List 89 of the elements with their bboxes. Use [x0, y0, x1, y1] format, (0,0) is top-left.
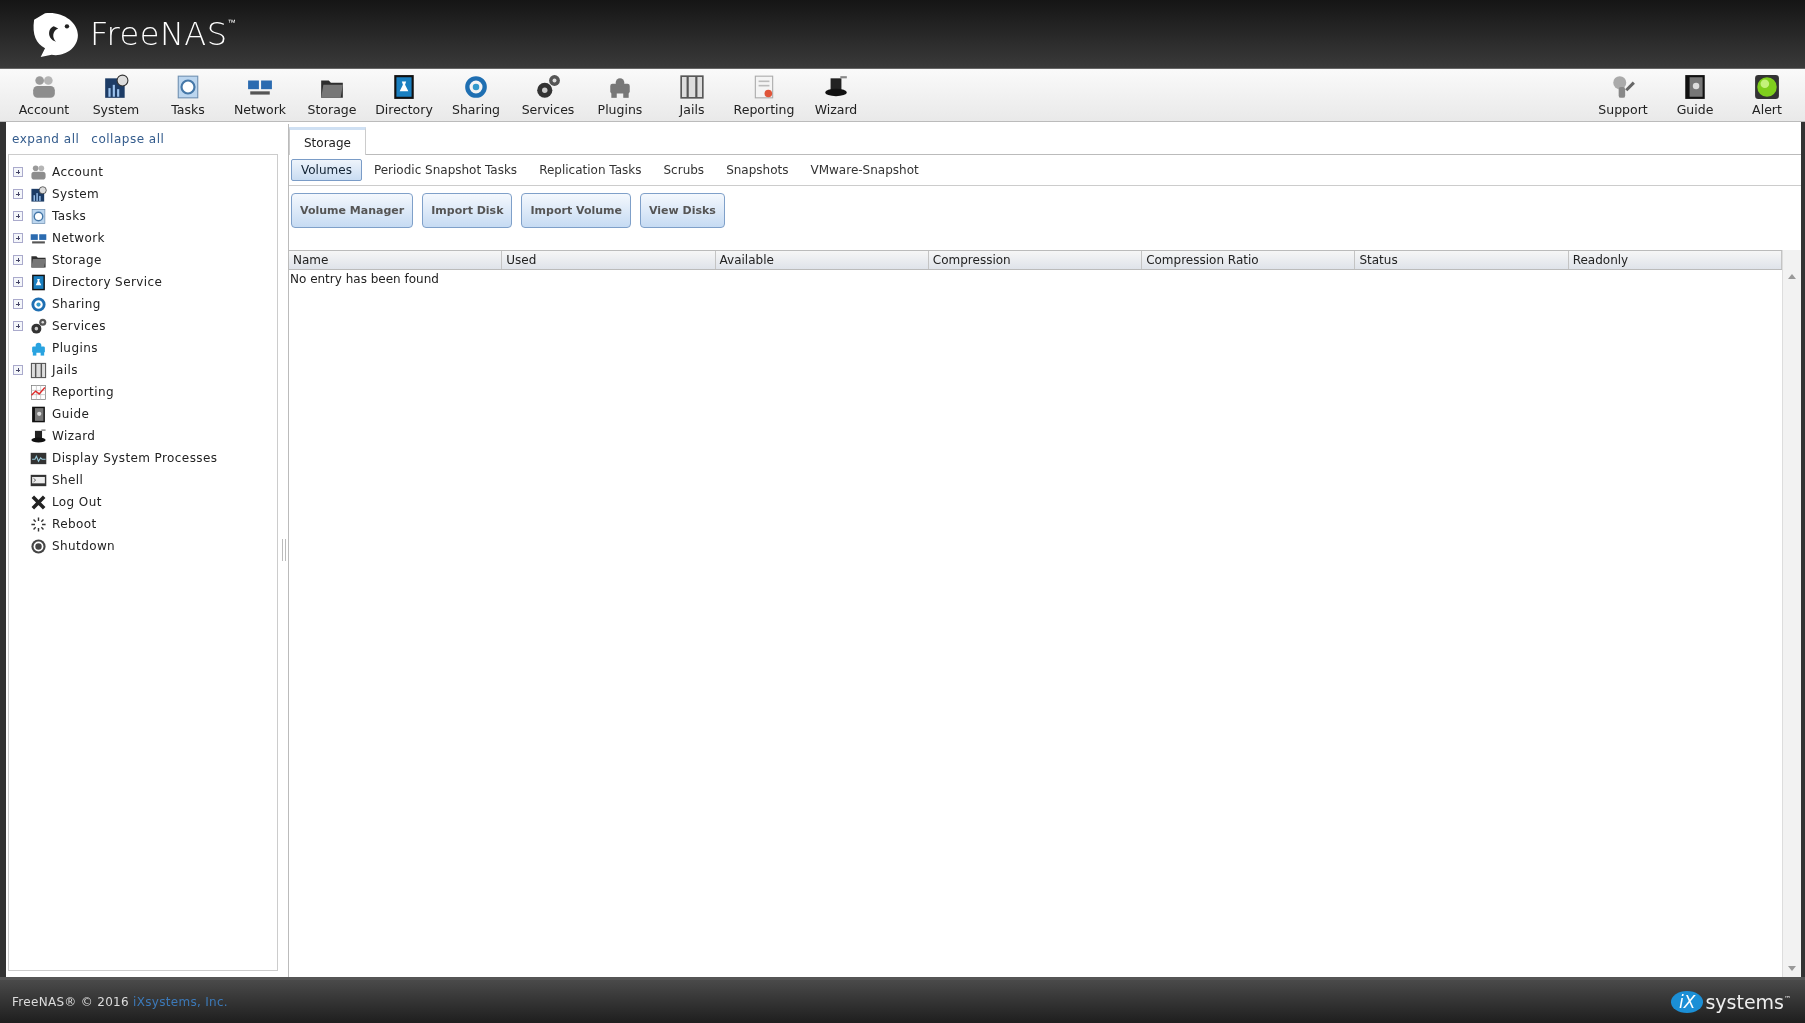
book-icon [1682, 73, 1708, 100]
sub-tab[interactable]: Volumes [291, 159, 362, 181]
gears-icon [535, 73, 561, 100]
logo-text: FreeNAS$^{™}$ [90, 15, 237, 53]
expand-toggle-icon[interactable] [13, 321, 23, 331]
toolbar-button[interactable]: Reporting [728, 69, 800, 121]
toolbar-button[interactable]: Tasks [152, 69, 224, 121]
expand-toggle-icon[interactable] [13, 255, 23, 265]
bars-icon [679, 73, 705, 100]
toolbar-button[interactable]: Wizard [800, 69, 872, 121]
copyright-text: FreeNAS® © 2016 iXsystems, Inc. [12, 994, 228, 1009]
column-header[interactable]: Status [1355, 251, 1569, 269]
tree-toggle-link[interactable]: expand all [12, 132, 80, 146]
sub-tab[interactable]: Replication Tasks [529, 159, 652, 181]
column-header[interactable]: Name [289, 251, 503, 269]
tab[interactable]: Storage [289, 127, 366, 155]
scrollbar[interactable] [1782, 250, 1801, 977]
sub-tab[interactable]: Scrubs [653, 159, 715, 181]
power-icon [30, 537, 47, 555]
tree-item[interactable]: Storage [52, 253, 102, 267]
expand-toggle-icon[interactable] [13, 167, 23, 177]
toolbar-button[interactable]: Storage [296, 69, 368, 121]
column-header[interactable]: Available [715, 251, 929, 269]
action-button[interactable]: Import Disk [422, 193, 513, 228]
toolbar-button[interactable]: Services [512, 69, 584, 121]
expand-toggle-icon[interactable] [13, 189, 23, 199]
tree-item[interactable]: Plugins [52, 341, 98, 355]
tree-item[interactable]: Shell [52, 473, 84, 487]
tree-toggle-link[interactable]: collapse all [91, 132, 165, 146]
sub-tab[interactable]: Snapshots [716, 159, 799, 181]
tree-item[interactable]: Guide [52, 407, 90, 421]
brand-logo-badge: iX [1671, 990, 1704, 1013]
toolbar-button[interactable]: Support [1587, 69, 1659, 121]
action-button[interactable]: Volume Manager [291, 193, 414, 228]
tree-item[interactable]: Log Out [52, 495, 102, 509]
book-icon [391, 73, 417, 100]
people-icon [31, 73, 57, 100]
action-button[interactable]: Import Volume [521, 193, 631, 228]
scroll-down-icon[interactable] [1788, 966, 1796, 971]
expand-toggle-icon[interactable] [13, 277, 23, 287]
empty-message: No entry has been found [289, 271, 440, 288]
expand-toggle-icon[interactable] [13, 233, 23, 243]
column-header[interactable]: Readonly [1568, 251, 1782, 269]
expand-toggle-icon[interactable] [13, 299, 23, 309]
spinner-icon [30, 515, 47, 533]
toolbar-button[interactable]: Directory [368, 69, 440, 121]
people-icon [30, 163, 47, 181]
column-header[interactable]: Compression Ratio [1142, 251, 1356, 269]
tree-item[interactable]: Network [52, 231, 105, 245]
sub-tab[interactable]: Periodic Snapshot Tasks [363, 159, 528, 181]
toolbar-button[interactable]: Account [8, 69, 80, 121]
toolbar-button[interactable]: Sharing [440, 69, 512, 121]
column-header[interactable]: Used [502, 251, 716, 269]
toolbar-button[interactable]: Jails [656, 69, 728, 121]
tree-item[interactable]: Reboot [52, 517, 97, 531]
expand-toggle-icon[interactable] [13, 365, 23, 375]
toolbar-button[interactable]: Guide [1659, 69, 1731, 121]
sub-tab[interactable]: VMware-Snapshot [800, 159, 929, 181]
top-hat-icon [30, 427, 47, 445]
bars-icon [30, 361, 47, 379]
toolbar-button[interactable]: Alert [1731, 69, 1803, 121]
tree-item[interactable]: Shutdown [52, 539, 116, 553]
tree-item[interactable]: Reporting [52, 385, 114, 399]
splitter-handle[interactable] [282, 538, 286, 561]
tree-item[interactable]: Services [52, 319, 106, 333]
tree-item[interactable]: Tasks [52, 209, 87, 223]
tree-item[interactable]: Sharing [52, 297, 101, 311]
expand-toggle-icon[interactable] [13, 211, 23, 221]
gears-icon [30, 317, 47, 335]
toolbar-button[interactable]: Plugins [584, 69, 656, 121]
toolbar-button[interactable]: Network [224, 69, 296, 121]
tree-item[interactable]: System [52, 187, 100, 201]
tree-item[interactable]: Directory Service [52, 275, 163, 289]
column-header[interactable]: Compression [928, 251, 1143, 269]
cross-icon [30, 493, 47, 511]
book-icon [30, 405, 47, 423]
tree-item[interactable]: Account [52, 165, 104, 179]
scroll-up-icon[interactable] [1788, 274, 1796, 279]
brand-logo-text: systems$^{™}$ [1705, 990, 1791, 1013]
line-chart-icon [30, 383, 47, 401]
book-icon [30, 273, 47, 291]
status-light-icon [1754, 73, 1780, 100]
chart-icon [103, 73, 129, 100]
toolbar-button[interactable]: System [80, 69, 152, 121]
tree-item[interactable]: Jails [52, 363, 78, 377]
chart-icon [30, 185, 47, 203]
action-button[interactable]: View Disks [640, 193, 725, 228]
tree-item[interactable]: Display System Processes [52, 451, 218, 465]
tree-item[interactable]: Wizard [52, 429, 96, 443]
